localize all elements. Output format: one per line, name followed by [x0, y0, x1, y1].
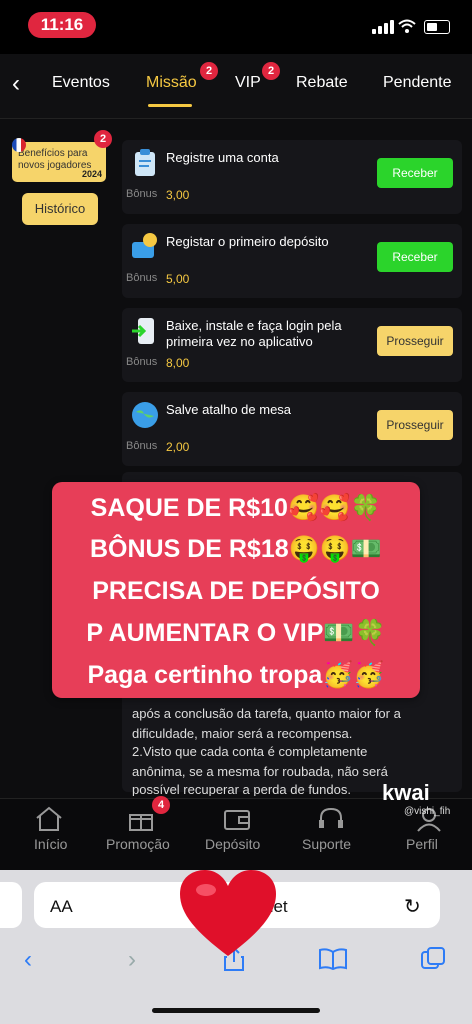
nav-deposito[interactable]: Depósito — [205, 836, 260, 852]
benefit-card-label: Benefícios para novos jogadores — [18, 148, 92, 171]
rules-line: após a conclusão da tarefa, quanto maior… — [132, 706, 401, 721]
task-card: Registar o primeiro depósito Bônus 5,00 … — [122, 224, 462, 298]
globe-shortcut-icon — [132, 402, 158, 428]
banner-line: BÔNUS DE R$18🤑🤑💵 — [89, 535, 383, 563]
bonus-label: Bônus — [126, 356, 158, 368]
new-player-benefits-card[interactable]: Benefícios para novos jogadores 2024 — [12, 142, 106, 182]
download-app-icon — [132, 318, 154, 344]
forward-icon[interactable]: › — [128, 946, 136, 974]
bonus-value: 2,00 — [166, 440, 190, 454]
bonus-label: Bônus — [126, 272, 158, 284]
nav-suporte[interactable]: Suporte — [302, 836, 351, 852]
task-title: Baixe, instale e faça login pela primeir… — [166, 318, 342, 349]
tab-rebate[interactable]: Rebate — [296, 74, 348, 92]
rules-line: 2.Visto que cada conta é completamente — [132, 744, 368, 759]
tab-missao[interactable]: Missão — [146, 74, 197, 92]
signal-icon — [372, 20, 394, 34]
task-card: Registre uma conta Bônus 3,00 Receber — [122, 140, 462, 214]
active-tab-indicator — [148, 104, 192, 107]
reload-icon[interactable]: ↻ — [404, 894, 421, 919]
nav-inicio[interactable]: Início — [34, 836, 67, 852]
rules-line: anônima, se a mesma for roubada, não ser… — [132, 764, 388, 779]
heart-sticker — [180, 870, 276, 956]
back-arrow-icon[interactable]: ‹ — [12, 72, 32, 96]
headset-icon[interactable] — [316, 806, 346, 832]
bonus-label: Bônus — [126, 440, 158, 452]
task-title: Registar o primeiro depósito — [166, 234, 329, 249]
task-title: Registre uma conta — [166, 150, 279, 165]
benefit-badge: 2 — [94, 130, 112, 148]
home-indicator — [152, 1008, 320, 1013]
back-icon[interactable]: ‹ — [24, 946, 32, 974]
banner-line: PRECISA DE DEPÓSITO — [92, 577, 380, 605]
reader-aa-button[interactable]: AA — [50, 897, 73, 917]
benefit-year: 2024 — [81, 169, 102, 179]
watermark-username: @vishi_fih — [404, 806, 451, 817]
proceed-button[interactable]: Prosseguir — [377, 326, 453, 356]
vip-badge: 2 — [262, 62, 280, 80]
receive-button[interactable]: Receber — [377, 158, 453, 188]
tab-eventos[interactable]: Eventos — [52, 74, 110, 92]
wallet-icon[interactable] — [222, 806, 252, 832]
banner-line: P AUMENTAR O VIP💵🍀 — [86, 619, 386, 647]
kwai-watermark: kwai — [382, 780, 430, 805]
bonus-value: 8,00 — [166, 356, 190, 370]
proceed-button[interactable]: Prosseguir — [377, 410, 453, 440]
clipboard-icon — [135, 149, 155, 176]
tab-vip[interactable]: VIP — [235, 74, 261, 92]
gift-icon[interactable] — [126, 806, 156, 832]
bonus-label: Bônus — [126, 188, 158, 200]
task-title: Salve atalho de mesa — [166, 402, 292, 417]
task-card: Baixe, instale e faça login pela primeir… — [122, 308, 462, 382]
previous-tab-strip[interactable] — [0, 882, 22, 928]
banner-line: Paga certinho tropa🥳🥳 — [87, 661, 385, 689]
promotion-badge: 4 — [152, 796, 170, 814]
banner-line: SAQUE DE R$10🥰🥰🍀 — [90, 494, 382, 522]
rules-line: dificuldade, maior será a recompensa. — [132, 726, 353, 741]
nav-perfil[interactable]: Perfil — [406, 836, 438, 852]
wifi-icon — [398, 19, 416, 33]
tabs-icon[interactable] — [420, 946, 446, 972]
home-icon[interactable] — [34, 806, 64, 832]
bonus-value: 5,00 — [166, 272, 190, 286]
battery-icon — [424, 20, 450, 34]
receive-button[interactable]: Receber — [377, 242, 453, 272]
nav-promocao[interactable]: Promoção — [106, 836, 170, 852]
bonus-value: 3,00 — [166, 188, 190, 202]
tab-pendente[interactable]: Pendente — [383, 74, 452, 92]
bookmarks-icon[interactable] — [318, 948, 348, 970]
task-card: Salve atalho de mesa Bônus 2,00 Prossegu… — [122, 392, 462, 466]
status-time: 11:16 — [28, 12, 96, 38]
deposit-icon — [132, 233, 157, 258]
missao-badge: 2 — [200, 62, 218, 80]
france-flag-icon — [12, 138, 26, 152]
history-button[interactable]: Histórico — [22, 193, 98, 225]
